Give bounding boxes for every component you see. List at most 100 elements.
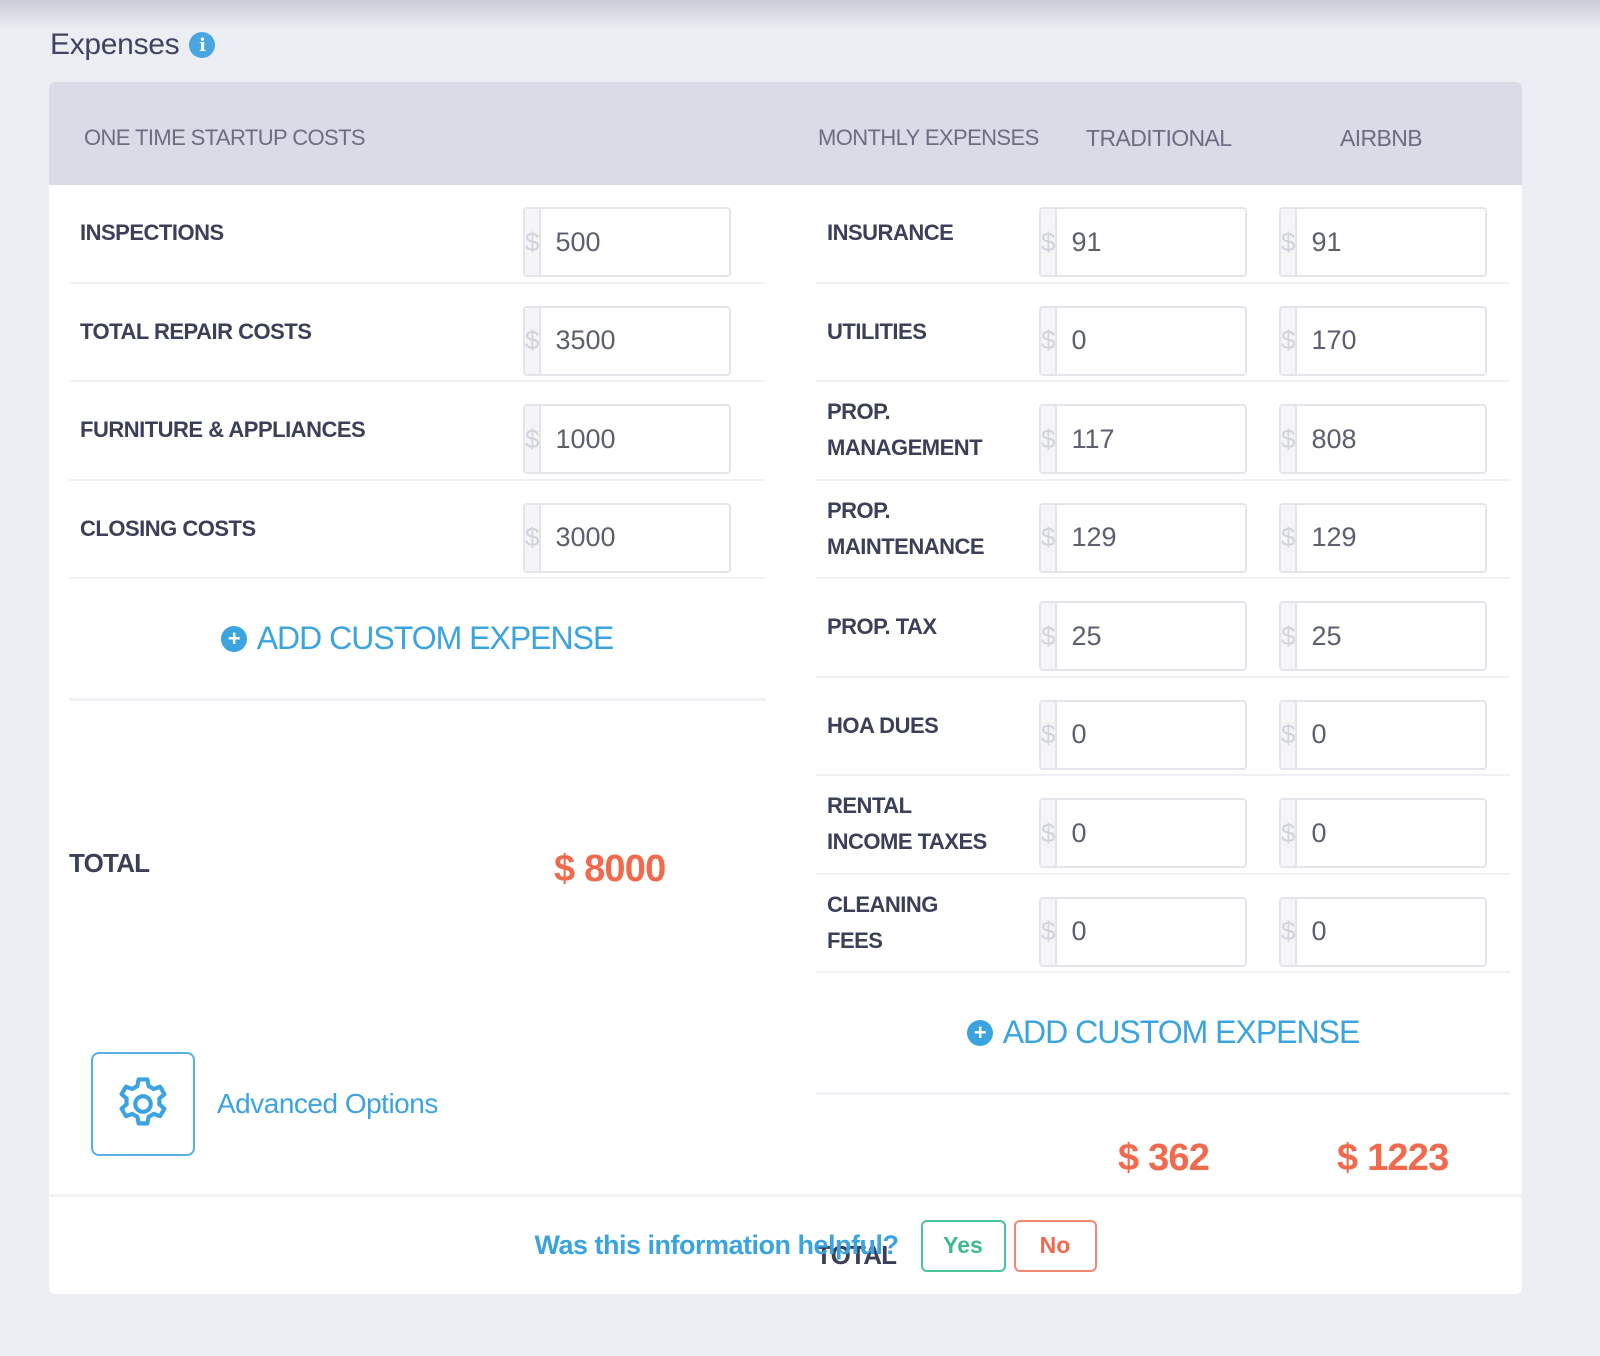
utilities-traditional-field: $ [1039, 305, 1426, 376]
dollar-prefix: $ [1281, 898, 1298, 965]
feedback-question: Was this information helpful? [534, 1230, 900, 1260]
row-label-line1: PROP. [827, 497, 891, 523]
plus-circle-icon: + [966, 1019, 993, 1046]
row-label-line1: PROP. [827, 399, 891, 425]
startup-total-value: $ 8000 [554, 848, 666, 890]
hoa-dues-traditional-field: $ [1039, 699, 1426, 770]
utilities-airbnb-field: $ [1279, 305, 1522, 376]
dollar-prefix: $ [1041, 307, 1058, 374]
inspections-field: $ [523, 207, 910, 277]
prop-maintenance-traditional-field: $ [1039, 502, 1426, 573]
dollar-prefix: $ [1281, 406, 1298, 472]
dollar-prefix: $ [1281, 701, 1298, 768]
dollar-prefix: $ [1041, 209, 1058, 275]
advanced-options-button[interactable]: Advanced Options [91, 1052, 438, 1156]
row-label: FURNITURE & APPLIANCES [80, 417, 366, 443]
dollar-prefix: $ [1281, 209, 1298, 275]
prop-tax-airbnb-input[interactable] [1297, 603, 1522, 669]
startup-row-inspections: INSPECTIONS $ [69, 185, 910, 284]
advanced-options-label[interactable]: Advanced Options [217, 1088, 438, 1120]
row-label-line1: CLEANING [827, 891, 938, 917]
feedback-yes-button[interactable]: Yes [920, 1219, 1006, 1272]
startup-costs-panel: INSPECTIONS $ TOTAL REPAIR COSTS $ FURNI… [69, 185, 910, 890]
row-label: PROP. MANAGEMENT [816, 394, 983, 466]
insurance-traditional-field: $ [1039, 207, 1426, 277]
cleaning-fees-traditional-field: $ [1039, 896, 1426, 967]
prop-maintenance-airbnb-field: $ [1279, 502, 1522, 573]
dollar-prefix: $ [1041, 603, 1058, 669]
cleaning-fees-airbnb-input[interactable] [1297, 898, 1522, 965]
expenses-card: ONE TIME STARTUP COSTS MONTHLY EXPENSES … [49, 82, 1522, 1294]
monthly-row-utilities: UTILITIES $ $ [816, 284, 1522, 382]
dollar-prefix: $ [1281, 800, 1298, 866]
prop-management-airbnb-input[interactable] [1297, 406, 1522, 472]
row-label: RENTAL INCOME TAXES [816, 788, 987, 860]
section-title: Expenses i [50, 28, 216, 62]
monthly-row-rental-income-taxes: RENTAL INCOME TAXES $ $ [816, 776, 1522, 875]
section-title-text: Expenses [50, 28, 180, 61]
header-airbnb: AIRBNB [1340, 125, 1423, 151]
feedback-no-button[interactable]: No [1013, 1219, 1097, 1272]
add-custom-expense-label: ADD CUSTOM EXPENSE [1002, 1014, 1361, 1050]
gear-icon-box[interactable] [91, 1052, 195, 1156]
dollar-prefix: $ [525, 406, 542, 472]
row-label: INSURANCE [816, 215, 954, 251]
header-traditional: TRADITIONAL [1086, 125, 1232, 151]
card-header: ONE TIME STARTUP COSTS MONTHLY EXPENSES … [49, 82, 1522, 185]
prop-management-traditional-field: $ [1039, 404, 1426, 474]
monthly-row-insurance: INSURANCE $ $ [816, 185, 1522, 284]
row-label-line1: RENTAL [827, 793, 912, 819]
gear-icon [119, 1077, 167, 1126]
utilities-airbnb-input[interactable] [1297, 307, 1522, 374]
dollar-prefix: $ [1041, 504, 1058, 571]
monthly-row-prop-management: PROP. MANAGEMENT $ $ [816, 382, 1522, 481]
monthly-total-airbnb: $ 1223 [1337, 1137, 1449, 1179]
rental-taxes-traditional-field: $ [1039, 798, 1426, 868]
furniture-field: $ [523, 404, 910, 474]
row-label: INSPECTIONS [80, 220, 224, 246]
row-label-line2: MAINTENANCE [827, 533, 985, 559]
row-label-line2: FEES [827, 927, 883, 953]
monthly-expenses-panel: INSURANCE $ $ UTILITIES $ $ PROP. MANAGEM… [816, 185, 1522, 1270]
rental-taxes-airbnb-input[interactable] [1297, 800, 1522, 866]
prop-maintenance-airbnb-input[interactable] [1297, 504, 1522, 571]
prop-tax-airbnb-field: $ [1279, 601, 1522, 671]
info-icon[interactable]: i [189, 32, 216, 58]
add-custom-monthly-expense-button[interactable]: + ADD CUSTOM EXPENSE [816, 973, 1510, 1095]
add-custom-expense-label: ADD CUSTOM EXPENSE [256, 620, 615, 656]
dollar-prefix: $ [1041, 701, 1058, 768]
rental-taxes-airbnb-field: $ [1279, 798, 1522, 868]
prop-management-airbnb-field: $ [1279, 404, 1522, 474]
row-label: HOA DUES [816, 708, 939, 744]
startup-row-closing-costs: CLOSING COSTS $ [69, 481, 910, 579]
row-label: UTILITIES [816, 314, 927, 350]
header-monthly-expenses: MONTHLY EXPENSES [818, 125, 1039, 150]
dollar-prefix: $ [1281, 307, 1298, 374]
top-shadow [0, 0, 1600, 30]
row-label: TOTAL REPAIR COSTS [80, 318, 312, 344]
header-one-time-startup-costs: ONE TIME STARTUP COSTS [84, 125, 366, 150]
closing-costs-field: $ [523, 502, 910, 573]
monthly-row-hoa-dues: HOA DUES $ $ [816, 678, 1522, 776]
dollar-prefix: $ [1041, 898, 1058, 965]
monthly-total-traditional: $ 362 [1118, 1137, 1210, 1179]
row-label-line2: INCOME TAXES [827, 829, 987, 855]
insurance-airbnb-input[interactable] [1297, 209, 1522, 275]
row-label: CLEANING FEES [816, 887, 938, 959]
add-custom-startup-expense-button[interactable]: + ADD CUSTOM EXPENSE [69, 579, 765, 701]
row-label-line1: HOA DUES [827, 712, 939, 738]
monthly-row-prop-tax: PROP. TAX $ $ [816, 579, 1522, 678]
feedback-bar: Was this information helpful? Yes No [49, 1194, 1522, 1294]
dollar-prefix: $ [1041, 406, 1058, 472]
dollar-prefix: $ [1281, 603, 1298, 669]
hoa-dues-airbnb-field: $ [1279, 699, 1522, 770]
repair-costs-field: $ [523, 305, 910, 376]
insurance-airbnb-field: $ [1279, 207, 1522, 277]
row-label-line1: INSURANCE [827, 220, 954, 246]
row-label-line1: UTILITIES [827, 318, 927, 344]
dollar-prefix: $ [525, 504, 542, 571]
row-label: PROP. TAX [816, 609, 937, 645]
hoa-dues-airbnb-input[interactable] [1297, 701, 1522, 768]
dollar-prefix: $ [525, 209, 542, 275]
dollar-prefix: $ [1041, 800, 1058, 866]
